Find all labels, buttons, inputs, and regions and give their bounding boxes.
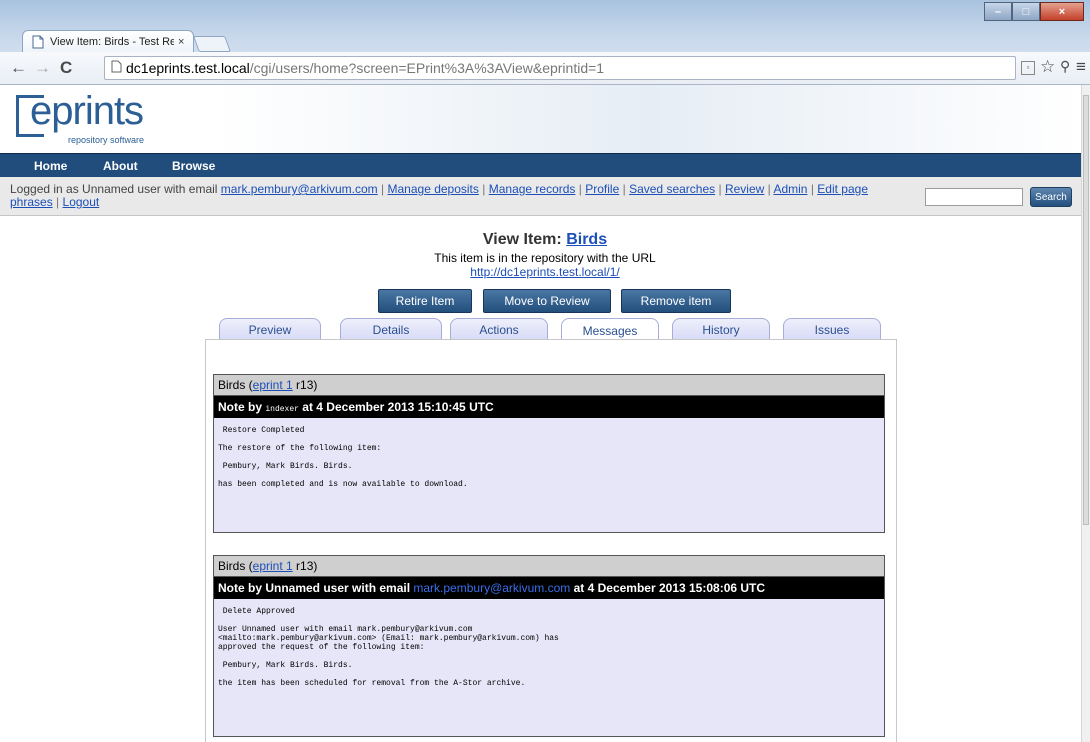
browser-toolbar: ← → C dc1eprints.test.local/cgi/users/ho…: [0, 52, 1090, 85]
scrollbar-thumb[interactable]: [1083, 95, 1089, 525]
note-timestamp: at 4 December 2013 15:10:45 UTC: [298, 400, 494, 414]
back-icon[interactable]: ←: [10, 58, 27, 78]
browser-tab[interactable]: View Item: Birds - Test Rep ×: [22, 30, 194, 53]
message-line: The restore of the following item:: [218, 444, 382, 453]
message-line: [218, 670, 880, 679]
link-saved-searches[interactable]: Saved searches: [629, 182, 715, 196]
message-line: [218, 435, 880, 444]
menu-home[interactable]: Home: [34, 159, 67, 173]
logo-subtitle: repository software: [68, 135, 145, 145]
link-profile[interactable]: Profile: [585, 182, 619, 196]
user-email-link[interactable]: mark.pembury@arkivum.com: [221, 182, 378, 196]
page-title: View Item: Birds: [0, 231, 1082, 249]
search-button[interactable]: Search: [1030, 187, 1072, 207]
window-controls: – □ ×: [984, 2, 1084, 21]
tab-preview[interactable]: Preview: [219, 318, 321, 341]
minimize-button[interactable]: –: [984, 2, 1012, 21]
link-review[interactable]: Review: [725, 182, 764, 196]
message-note-header: Note by Unnamed user with email mark.pem…: [214, 577, 884, 599]
tab-issues[interactable]: Issues: [783, 318, 881, 341]
document-icon: [111, 60, 122, 76]
vertical-scrollbar[interactable]: [1081, 85, 1090, 742]
note-timestamp: at 4 December 2013 15:08:06 UTC: [570, 581, 766, 595]
address-bar[interactable]: dc1eprints.test.local/cgi/users/home?scr…: [104, 56, 1016, 80]
link-logout[interactable]: Logout: [63, 195, 100, 209]
url-host: dc1eprints.test.local: [126, 60, 250, 76]
view-item-header: View Item: Birds This item is in the rep…: [0, 231, 1082, 279]
menu-browse[interactable]: Browse: [172, 159, 215, 173]
link-manage-records[interactable]: Manage records: [489, 182, 576, 196]
title-item-link[interactable]: Birds: [566, 231, 607, 248]
logged-in-text: Logged in as Unnamed user with email: [10, 182, 221, 196]
item-url-link[interactable]: http://dc1eprints.test.local/1/: [470, 265, 619, 279]
message-line: [218, 471, 880, 480]
login-bar: Logged in as Unnamed user with email mar…: [0, 177, 1082, 216]
message-line: the item has been scheduled for removal …: [218, 679, 526, 688]
message-line: has been completed and is now available …: [218, 480, 468, 489]
message-item-title: Birds (: [218, 559, 253, 573]
link-admin[interactable]: Admin: [773, 182, 807, 196]
message-line: [218, 616, 880, 625]
search-input[interactable]: [925, 188, 1023, 206]
login-info: Logged in as Unnamed user with email mar…: [10, 182, 868, 209]
menu-icon[interactable]: ≡: [1076, 57, 1086, 77]
message-card: Birds (eprint 1 r13) Note by indexer at …: [213, 374, 885, 533]
reload-icon[interactable]: C: [60, 58, 72, 78]
message-note-header: Note by indexer at 4 December 2013 15:10…: [214, 396, 884, 418]
remove-item-button[interactable]: Remove item: [621, 289, 731, 313]
message-line: approved the request of the following it…: [218, 643, 425, 652]
tab-close-icon[interactable]: ×: [178, 36, 184, 48]
message-body: Delete Approved User Unnamed user with e…: [214, 599, 884, 692]
message-line: Pembury, Mark Birds. Birds.: [218, 661, 353, 670]
star-icon[interactable]: ☆: [1040, 57, 1055, 77]
move-to-review-button[interactable]: Move to Review: [483, 289, 611, 313]
site-header: eprints repository software: [0, 85, 1082, 153]
extension-icon[interactable]: ⚲: [1060, 58, 1070, 75]
close-window-button[interactable]: ×: [1040, 2, 1084, 21]
url-path: /cgi/users/home?screen=EPrint%3A%3AView&…: [249, 60, 605, 76]
message-line: User Unnamed user with email mark.pembur…: [218, 625, 473, 634]
new-tab-button[interactable]: [193, 36, 231, 52]
item-description: This item is in the repository with the …: [434, 251, 656, 265]
message-card: Birds (eprint 1 r13) Note by Unnamed use…: [213, 555, 885, 737]
message-line: Delete Approved: [218, 607, 295, 616]
eprint-link[interactable]: eprint 1: [253, 378, 293, 392]
message-line: Restore Completed: [218, 426, 305, 435]
menu-about[interactable]: About: [103, 159, 138, 173]
note-author: indexer: [265, 405, 299, 414]
title-prefix: View Item:: [482, 231, 567, 248]
message-revision: r13): [292, 559, 318, 573]
message-item-title: Birds (: [218, 378, 253, 392]
tab-title: View Item: Birds - Test Rep: [50, 36, 174, 48]
message-line: <mailto:mark.pembury@arkivum.com> (Email…: [218, 634, 559, 643]
tab-details[interactable]: Details: [340, 318, 442, 341]
tab-actions[interactable]: Actions: [450, 318, 548, 341]
message-item-header: Birds (eprint 1 r13): [214, 556, 884, 577]
message-line: [218, 453, 880, 462]
message-body: Restore Completed The restore of the fol…: [214, 418, 884, 493]
message-revision: r13): [292, 378, 318, 392]
link-manage-deposits[interactable]: Manage deposits: [388, 182, 479, 196]
main-menu: Home About Browse: [0, 153, 1082, 178]
tab-history[interactable]: History: [672, 318, 770, 341]
maximize-button[interactable]: □: [1012, 2, 1040, 21]
message-line: Pembury, Mark Birds. Birds.: [218, 462, 353, 471]
eprint-link[interactable]: eprint 1: [253, 559, 293, 573]
browser-chrome: View Item: Birds - Test Rep × – □ × ← → …: [0, 0, 1090, 85]
message-line: [218, 652, 880, 661]
retire-item-button[interactable]: Retire Item: [378, 289, 472, 313]
forward-icon[interactable]: →: [34, 58, 51, 78]
note-prefix: Note by Unnamed user with email: [218, 581, 414, 595]
logo-text: eprints: [30, 89, 144, 133]
message-item-header: Birds (eprint 1 r13): [214, 375, 884, 396]
note-prefix: Note by: [218, 400, 266, 414]
note-author-email[interactable]: mark.pembury@arkivum.com: [413, 581, 570, 595]
page-content: eprints repository software Home About B…: [0, 85, 1082, 742]
page-action-icon[interactable]: ▫: [1021, 61, 1035, 75]
page-icon: [32, 35, 44, 49]
